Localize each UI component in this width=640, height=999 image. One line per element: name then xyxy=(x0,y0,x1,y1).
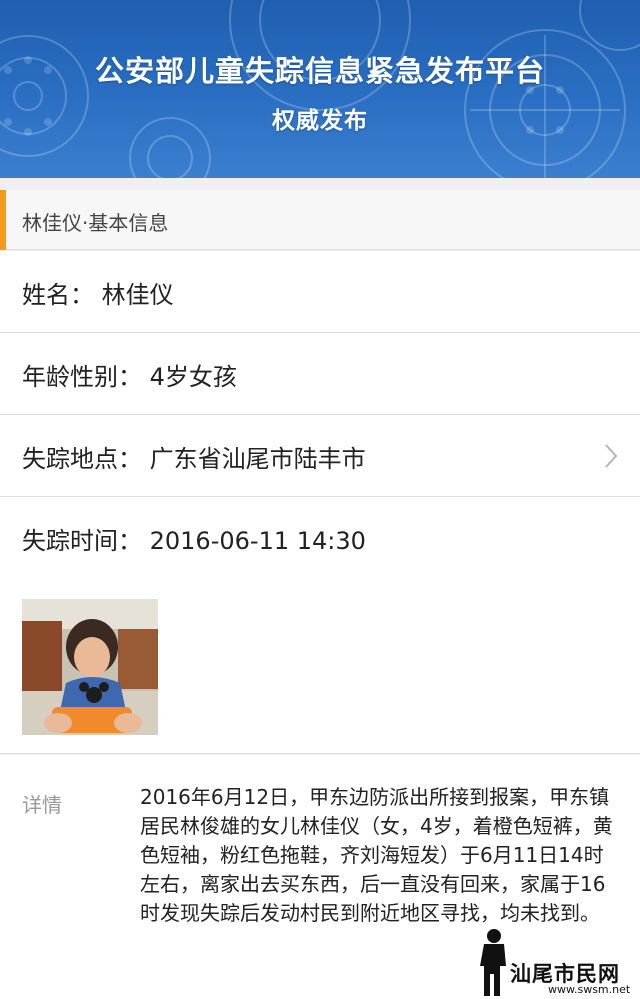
section-title: 林佳仪·基本信息 xyxy=(22,211,169,235)
child-photo[interactable] xyxy=(22,599,158,735)
banner-title: 公安部儿童失踪信息紧急发布平台 xyxy=(94,54,545,88)
header-banner: 公安部儿童失踪信息紧急发布平台 权威发布 xyxy=(0,0,640,178)
location-field: 失踪地点： 广东省汕尾市陆丰市 xyxy=(22,445,366,473)
name-field: 姓名： 林佳仪 xyxy=(22,281,174,309)
banner-subtitle: 权威发布 xyxy=(272,108,368,134)
photo-row xyxy=(0,577,640,754)
accent-bar xyxy=(0,190,6,250)
age-gender-field: 年龄性别： 4岁女孩 xyxy=(22,363,237,391)
time-field: 失踪时间： 2016-06-11 14:30 xyxy=(22,527,366,555)
name-row: 姓名： 林佳仪 xyxy=(0,251,640,333)
watermark-url: www.swsm.net xyxy=(548,983,631,996)
age-gender-row: 年龄性别： 4岁女孩 xyxy=(0,333,640,415)
detail-text: 2016年6月12日，甲东边防派出所接到报案，甲东镇居民林俊雄的女儿林佳仪（女，… xyxy=(140,785,613,925)
section-header: 林佳仪·基本信息 xyxy=(0,190,640,250)
location-row[interactable]: 失踪地点： 广东省汕尾市陆丰市 xyxy=(0,415,640,497)
chevron-right-icon xyxy=(605,444,618,468)
time-row: 失踪时间： 2016-06-11 14:30 xyxy=(0,497,640,579)
detail-label: 详情 xyxy=(22,793,62,817)
